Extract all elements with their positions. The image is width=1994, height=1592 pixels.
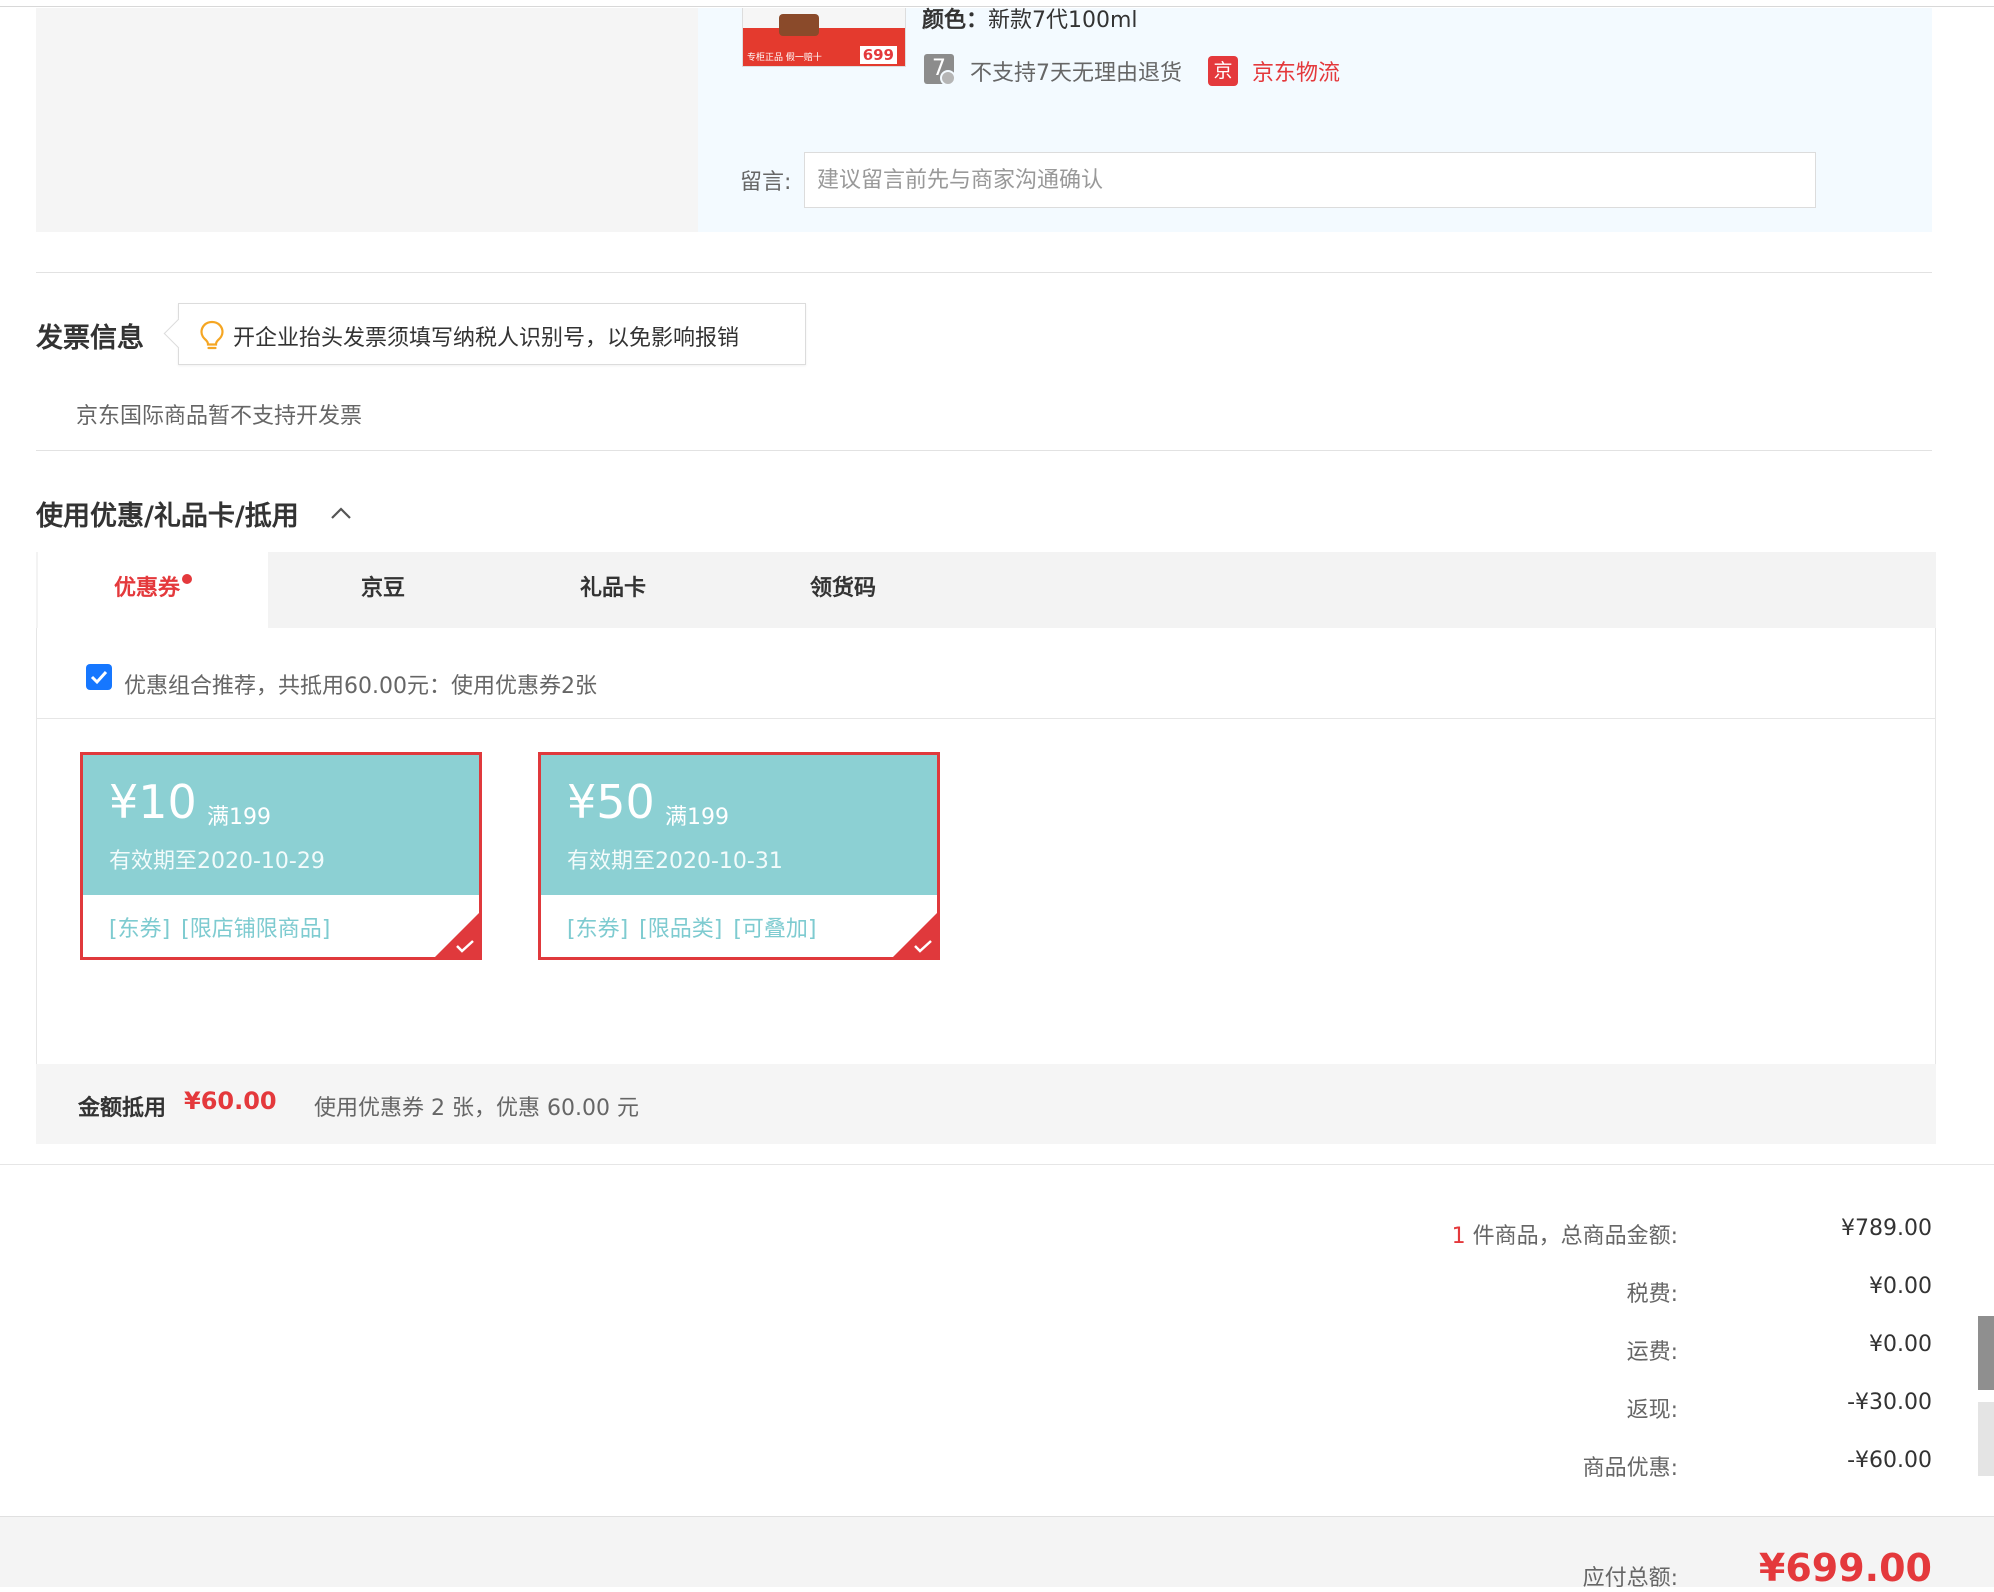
invoice-tip: 开企业抬头发票须填写纳税人识别号，以免影响报销 (178, 303, 806, 365)
tab-jd-beans[interactable]: 京豆 (268, 552, 498, 628)
goods-total-value: ¥789.00 (1841, 1216, 1932, 1241)
side-float-button[interactable] (1978, 1316, 1994, 1390)
section-divider (36, 450, 1932, 451)
no-return-icon: 7 (924, 54, 956, 86)
selected-check-icon (914, 940, 932, 953)
invoice-note: 京东国际商品暂不支持开发票 (76, 404, 363, 429)
tab-gift-card[interactable]: 礼品卡 (498, 552, 728, 628)
recommend-checkbox[interactable] (86, 664, 112, 690)
coupon-card[interactable]: ¥10 满199 有效期至2020-10-29 [东券] [限店铺限商品] (80, 752, 482, 960)
recommend-text: 优惠组合推荐，共抵用60.00元：使用优惠券2张 (124, 674, 597, 699)
tab-redeem-code[interactable]: 领货码 (728, 552, 958, 628)
product-thumbnail[interactable]: 专柜正品 假一赔十 699 (742, 8, 906, 67)
thumbnail-price: 699 (859, 46, 897, 64)
tax-value: ¥0.00 (1869, 1274, 1932, 1299)
coupon-amount: ¥50 (567, 775, 655, 829)
message-label: 留言: (740, 170, 792, 195)
side-float-button[interactable] (1978, 1402, 1994, 1476)
coupon-expiry: 有效期至2020-10-29 (109, 849, 325, 874)
cashback-value: -¥30.00 (1847, 1390, 1932, 1415)
coupon-card[interactable]: ¥50 满199 有效期至2020-10-31 [东券] [限品类] [可叠加] (538, 752, 940, 960)
color-label: 颜色： (922, 8, 989, 33)
coupon-expiry: 有效期至2020-10-31 (567, 849, 783, 874)
color-value: 新款7代100ml (988, 8, 1138, 33)
no-return-text: 不支持7天无理由退货 (970, 61, 1182, 86)
tab-coupons-label: 优惠券 (113, 576, 180, 601)
goods-count: 1 (1451, 1224, 1466, 1249)
discount-title: 使用优惠/礼品卡/抵用 (36, 501, 299, 532)
coupon-tags: [东券] [限店铺限商品] (109, 917, 331, 942)
coupon-tags: [东券] [限品类] [可叠加] (567, 917, 817, 942)
shipping-label: 运费: (1626, 1340, 1678, 1365)
payable-label: 应付总额: (1582, 1566, 1678, 1591)
shipping-value: ¥0.00 (1869, 1332, 1932, 1357)
recommend-divider (36, 718, 1936, 719)
goods-total-label: 1 件商品，总商品金额: (1118, 1218, 1678, 1250)
discount-summary-label: 金额抵用 (78, 1096, 167, 1121)
product-color: 颜色：新款7代100ml (922, 2, 1138, 34)
chevron-up-icon[interactable] (330, 502, 352, 524)
tab-coupons[interactable]: 优惠券 (38, 552, 268, 628)
invoice-title: 发票信息 (36, 323, 144, 354)
coupon-threshold: 满199 (207, 805, 271, 830)
lightbulb-icon (200, 320, 224, 350)
message-input[interactable] (804, 152, 1816, 208)
thumbnail-tag: 专柜正品 假一赔十 (747, 53, 822, 63)
section-divider (36, 272, 1932, 273)
bottle-image (779, 14, 819, 36)
coupon-threshold: 满199 (665, 805, 729, 830)
selected-check-icon (456, 940, 474, 953)
jd-logistics-text: 京东物流 (1252, 61, 1341, 86)
promo-value: -¥60.00 (1847, 1448, 1932, 1473)
discount-summary-amount: ¥60.00 (184, 1087, 277, 1115)
payable-amount: ¥699.00 (1758, 1546, 1932, 1590)
discount-summary-desc: 使用优惠券 2 张，优惠 60.00 元 (314, 1096, 639, 1121)
check-icon (90, 670, 108, 685)
coupon-amount: ¥10 (109, 775, 197, 829)
promo-label: 商品优惠: (1582, 1456, 1678, 1481)
product-left-panel (36, 8, 698, 232)
invoice-tip-text: 开企业抬头发票须填写纳税人识别号，以免影响报销 (233, 326, 740, 351)
tax-label: 税费: (1626, 1282, 1678, 1307)
new-dot-icon (182, 574, 192, 584)
cashback-label: 返现: (1626, 1398, 1678, 1423)
jd-logistics-icon: 京 (1208, 56, 1238, 86)
section-divider (0, 1164, 1994, 1165)
